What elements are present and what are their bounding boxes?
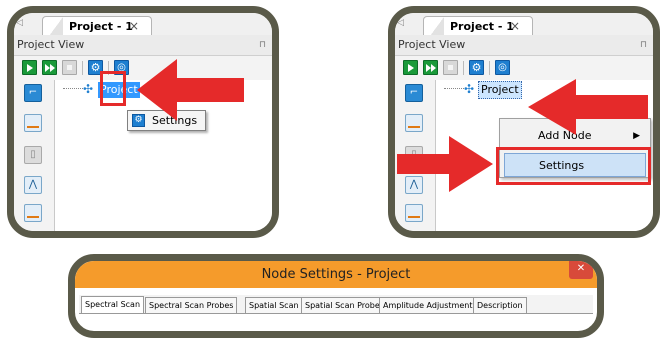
map-view-icon[interactable]: [405, 204, 423, 222]
tab-spatial-scan-probes[interactable]: Spatial Scan Probes: [301, 297, 388, 313]
spectrum-view-icon[interactable]: [24, 114, 42, 132]
panel-title-text: Project View: [398, 38, 466, 51]
pin-icon[interactable]: ⊓: [640, 35, 647, 55]
run-all-icon[interactable]: [42, 60, 57, 75]
panel-title: Project View ⊓: [395, 35, 653, 56]
scan-icon[interactable]: ◎: [495, 60, 510, 75]
tab-description[interactable]: Description: [473, 297, 527, 313]
view-sidebar: ⌐ ▯ ⋀: [14, 80, 55, 231]
tab-scroll-left-icon[interactable]: ◁: [397, 18, 404, 28]
toolbar: ⚙ ◎: [395, 56, 653, 80]
toolbar-separator: [82, 61, 83, 75]
tab-scroll-left-icon[interactable]: ◁: [16, 18, 23, 28]
left-screenshot-panel: ◁ Project - 1 × Project View ⊓ ⚙ ◎ ⌐ ▯ ⋀…: [7, 6, 279, 238]
tab-spectral-scan[interactable]: Spectral Scan: [81, 296, 145, 313]
signal-view-icon[interactable]: ⋀: [24, 176, 42, 194]
dialog-screenshot-panel: Node Settings - Project ✕ Spectral Scan …: [68, 254, 604, 338]
panel-title-text: Project View: [17, 38, 85, 51]
red-arrow-icon: [528, 79, 648, 135]
highlight-box: [496, 147, 651, 185]
tab-label: Project - 1: [69, 20, 133, 33]
tab-project-1[interactable]: Project - 1 ×: [423, 16, 533, 36]
run-all-icon[interactable]: [423, 60, 438, 75]
pin-icon[interactable]: ⊓: [259, 35, 266, 55]
tab-spectral-scan-probes[interactable]: Spectral Scan Probes: [145, 297, 238, 313]
dialog-tabbar: Spectral Scan Spectral Scan Probes Spati…: [79, 295, 593, 314]
gear-icon[interactable]: ⚙: [469, 60, 484, 75]
dialog-title-bar: Node Settings - Project ✕: [75, 261, 597, 288]
toolbar-separator: [489, 61, 490, 75]
red-arrow-icon: [137, 59, 244, 121]
tab-amplitude-adjustment[interactable]: Amplitude Adjustment: [379, 297, 477, 313]
stop-icon[interactable]: [443, 60, 458, 75]
run-icon[interactable]: [22, 60, 37, 75]
project-view-icon[interactable]: ⌐: [24, 84, 42, 102]
project-node-icon: ✣: [464, 82, 475, 96]
panel-title: Project View ⊓: [14, 35, 272, 56]
right-screenshot-panel: ◁ Project - 1 × Project View ⊓ ⚙ ◎ ⌐ ▯ ⋀…: [388, 6, 660, 238]
tab-project-1[interactable]: Project - 1 ×: [42, 16, 152, 36]
project-tree-node[interactable]: Project: [478, 81, 522, 99]
tab-close-icon[interactable]: ×: [510, 17, 520, 36]
map-view-icon[interactable]: [24, 204, 42, 222]
disabled-view-icon: ▯: [24, 146, 42, 164]
red-arrow-icon: [397, 136, 493, 192]
project-node-icon: ✣: [83, 82, 94, 96]
spectrum-view-icon[interactable]: [405, 114, 423, 132]
tab-spatial-scan[interactable]: Spatial Scan: [245, 297, 303, 313]
dialog-title: Node Settings - Project: [261, 267, 411, 282]
highlight-box: [100, 71, 126, 106]
tab-close-icon[interactable]: ×: [129, 17, 139, 36]
document-tabstrip: ◁ Project - 1 ×: [395, 13, 653, 36]
toolbar-separator: [463, 61, 464, 75]
document-tabstrip: ◁ Project - 1 ×: [14, 13, 272, 36]
tab-label: Project - 1: [450, 20, 514, 33]
run-icon[interactable]: [403, 60, 418, 75]
project-view-icon[interactable]: ⌐: [405, 84, 423, 102]
close-icon[interactable]: ✕: [569, 261, 593, 279]
stop-icon[interactable]: [62, 60, 77, 75]
